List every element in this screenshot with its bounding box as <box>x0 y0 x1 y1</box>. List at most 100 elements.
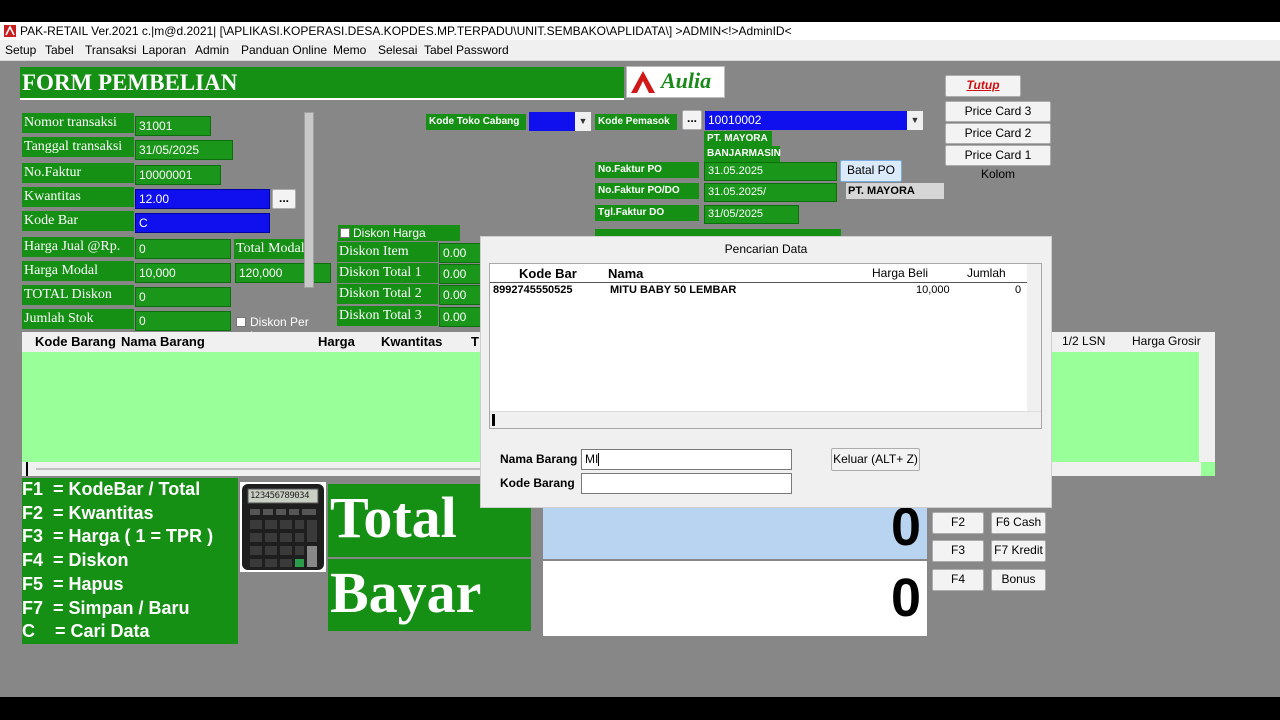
batal-po-button[interactable]: Batal PO <box>840 160 902 182</box>
jumlah-stok-field[interactable]: 0 <box>135 311 231 331</box>
f3-button[interactable]: F3 <box>932 540 984 562</box>
f7-kredit-button[interactable]: F7 Kredit <box>991 540 1046 562</box>
kode-bar-field[interactable]: C <box>135 213 270 233</box>
kode-barang-label: Kode Barang <box>500 476 575 490</box>
label-no-faktur: No.Faktur <box>22 163 134 183</box>
price-card-3-kolom-button[interactable]: Price Card 3 Kolom <box>945 101 1051 137</box>
diskon-total-2-field[interactable]: 0.00 <box>439 285 481 305</box>
harga-modal-field[interactable]: 10,000 <box>135 263 231 283</box>
diskon-total-1-field[interactable]: 0.00 <box>439 264 481 284</box>
logo-text: Aulia <box>661 68 712 93</box>
grid-vscroll[interactable] <box>1199 352 1215 462</box>
menu-selesai[interactable]: Selesai <box>378 43 417 57</box>
kode-toko-cabang-select[interactable]: ▼ <box>528 111 592 132</box>
row-jumlah: 0 <box>1015 284 1022 296</box>
f4-button[interactable]: F4 <box>932 569 984 591</box>
label-harga-modal: Harga Modal @Rp. <box>22 261 134 298</box>
col-t[interactable]: T <box>471 334 479 349</box>
nama-barang-label: Nama Barang <box>500 452 578 466</box>
fkey-f5: F5 = Hapus <box>22 573 124 594</box>
fkey-f1: F1 = KodeBar / Total <box>22 479 201 499</box>
col-kode-bar[interactable]: Kode Bar <box>519 266 577 281</box>
search-results-list[interactable]: Kode Bar Nama Harga Beli Jumlah 89927455… <box>489 263 1042 429</box>
bayar-value-box[interactable]: 0 <box>543 561 927 636</box>
kode-pemasok-select[interactable]: 10010002 ▼ <box>704 110 924 131</box>
diskon-per-item-option[interactable]: Diskon Per Item <box>234 313 332 343</box>
label-kode-pemasok: Kode Pemasok <box>595 114 677 130</box>
menu-memo[interactable]: Memo <box>333 43 366 57</box>
f2-button[interactable]: F2 <box>932 512 984 534</box>
kwantitas-field[interactable]: 12.00 <box>135 189 270 209</box>
label-tanggal-transaksi: Tanggal transaksi <box>22 137 134 157</box>
col-harga[interactable]: Harga <box>318 334 355 349</box>
menu-admin[interactable]: Admin <box>195 43 229 57</box>
diskon-harga-dasar-checkbox[interactable] <box>340 228 350 238</box>
row-kode: 8992745550525 <box>493 284 573 296</box>
grid-scroll-track <box>36 468 496 470</box>
function-key-legend: F1 = KodeBar / Total F2 = Kwantitas F3 =… <box>22 478 238 644</box>
label-total-modal: Total Modal <box>234 239 308 259</box>
no-faktur-po-do-field[interactable]: 31.05.2025/ <box>704 183 837 202</box>
tanggal-transaksi-field[interactable]: 31/05/2025 <box>135 140 233 160</box>
nama-barang-value: MI <box>585 452 599 466</box>
menu-transaksi[interactable]: Transaksi <box>85 43 137 57</box>
price-card-1-kolom-button[interactable]: Price Card 1 Kolom <box>945 145 1051 181</box>
bottom-black-bar <box>0 697 1280 720</box>
f6-cash-button[interactable]: F6 Cash <box>991 512 1046 534</box>
menu-setup[interactable]: Setup <box>5 43 36 57</box>
results-header: Kode Bar Nama Harga Beli Jumlah <box>490 264 1028 283</box>
tutup-button[interactable]: Tutup <box>945 75 1021 97</box>
no-faktur-po-field[interactable]: 31.05.2025 <box>704 162 837 181</box>
menu-laporan[interactable]: Laporan <box>142 43 186 57</box>
fkey-f2: F2 = Kwantitas <box>22 502 154 523</box>
label-kode-bar: Kode Bar <box>22 211 134 231</box>
diskon-harga-dasar-option[interactable]: Diskon Harga Dasar <box>338 225 460 254</box>
bonus-button[interactable]: Bonus <box>991 569 1046 591</box>
fkey-f4: F4 = Diskon <box>22 550 129 571</box>
tgl-faktur-do-field[interactable]: 31/05/2025 <box>704 205 799 224</box>
col-nama-barang[interactable]: Nama Barang <box>121 334 205 349</box>
chevron-down-icon[interactable]: ▼ <box>907 111 923 130</box>
col-nama[interactable]: Nama <box>608 266 643 281</box>
diskon-item-field[interactable]: 0.00 <box>439 243 481 263</box>
label-diskon-total-1: Diskon Total 1 <box>337 263 438 283</box>
calculator-button[interactable]: 123456789034 <box>240 482 326 572</box>
kode-barang-input[interactable] <box>581 473 792 494</box>
bayar-label: Bayar <box>330 560 482 625</box>
nomor-transaksi-field[interactable]: 31001 <box>135 116 211 136</box>
total-modal-field[interactable]: 120,000 <box>235 263 331 283</box>
label-diskon-item: Diskon Item <box>337 242 438 262</box>
col-kwantitas[interactable]: Kwantitas <box>381 334 442 349</box>
col-harga-grosir[interactable]: Harga Grosir <box>1132 334 1201 348</box>
menu-tabel-password[interactable]: Tabel Password <box>424 43 509 57</box>
pemasok-ellipsis-button[interactable]: ... <box>682 110 702 130</box>
menu-panduan-online[interactable]: Panduan Online <box>241 43 327 57</box>
price-card-2-kolom-button[interactable]: Price Card 2 Kolom <box>945 123 1051 159</box>
window-title: PAK-RETAIL Ver.2021 c.|m@d.2021| [\APLIK… <box>20 24 792 38</box>
results-vscroll[interactable] <box>1027 264 1041 412</box>
nama-barang-input[interactable]: MI <box>581 449 792 470</box>
label-harga-jual: Harga Jual @Rp. <box>22 237 134 257</box>
kwantitas-ellipsis-button[interactable]: ... <box>272 189 296 209</box>
harga-jual-field[interactable]: 0 <box>135 239 231 259</box>
chevron-down-icon[interactable]: ▼ <box>575 112 591 131</box>
no-faktur-field[interactable]: 10000001 <box>135 165 221 185</box>
total-diskon-field[interactable]: 0 <box>135 287 231 307</box>
label-kode-toko-cabang: Kode Toko Cabang <box>426 114 526 130</box>
menu-tabel[interactable]: Tabel <box>45 43 74 57</box>
col-jumlah[interactable]: Jumlah <box>967 266 1006 280</box>
keluar-button[interactable]: Keluar (ALT+ Z) <box>831 448 920 471</box>
grid-scroll-thumb[interactable] <box>26 462 28 476</box>
col-half-lsn[interactable]: 1/2 LSN <box>1062 334 1105 348</box>
vertical-scrollbar[interactable] <box>304 112 314 288</box>
col-harga-beli[interactable]: Harga Beli <box>872 266 928 280</box>
pemasok-name: PT. MAYORA <box>704 131 772 147</box>
diskon-total-3-field[interactable]: 0.00 <box>439 307 481 327</box>
results-hscroll[interactable] <box>490 411 1041 428</box>
results-scroll-thumb[interactable] <box>492 414 495 426</box>
col-kode-barang[interactable]: Kode Barang <box>35 334 116 349</box>
label-nomor-transaksi: Nomor transaksi <box>22 113 134 133</box>
label-no-faktur-po: No.Faktur PO <box>595 162 699 178</box>
diskon-per-item-checkbox[interactable] <box>236 317 246 327</box>
row-nama: MITU BABY 50 LEMBAR <box>610 284 737 296</box>
